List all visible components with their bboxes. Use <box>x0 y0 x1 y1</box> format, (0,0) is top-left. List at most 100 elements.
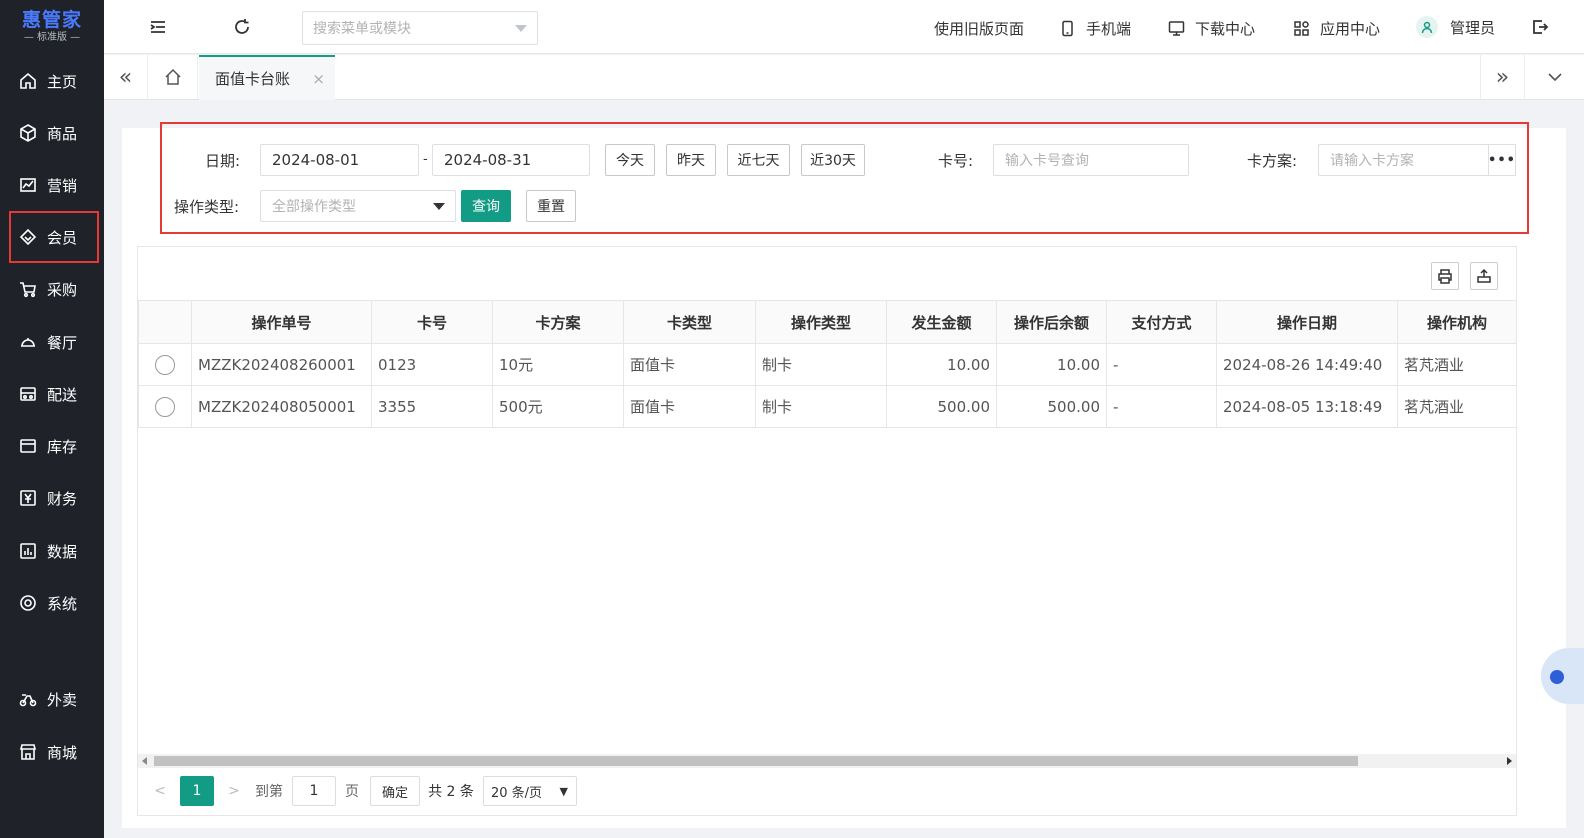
sidebar-item-restaurant[interactable]: 餐厅 <box>0 316 104 368</box>
export-button[interactable] <box>1470 262 1498 290</box>
apps-grid-icon <box>1294 21 1309 36</box>
org-cell: 茗芃酒业 <box>1397 343 1517 386</box>
diamond-icon <box>19 228 37 246</box>
column-header-op-date[interactable]: 操作日期 <box>1216 300 1398 344</box>
query-button[interactable]: 查询 <box>461 190 511 222</box>
table-header-row: 操作单号 卡号 卡方案 卡类型 操作类型 发生金额 操作后余额 支付方式 操作日… <box>138 300 1517 344</box>
sidebar-item-label: 营销 <box>47 176 78 195</box>
scroll-right-arrow-icon[interactable] <box>1507 757 1512 765</box>
page-size-select[interactable]: 20 条/页 ▼ <box>483 776 577 806</box>
sidebar-item-label: 系统 <box>47 594 78 613</box>
sidebar-item-goods[interactable]: 商品 <box>0 107 104 159</box>
more-options-button[interactable]: ••• <box>1488 144 1516 176</box>
card-no-placeholder: 输入卡号查询 <box>1005 153 1089 169</box>
card-no-label: 卡号: <box>938 152 974 170</box>
gear-icon <box>19 594 37 612</box>
page-size-value: 20 条/页 <box>491 785 543 801</box>
today-button[interactable]: 今天 <box>605 144 655 176</box>
menu-collapse-icon[interactable] <box>148 17 168 37</box>
column-header-card-plan[interactable]: 卡方案 <box>492 300 624 344</box>
sidebar-item-label: 数据 <box>47 542 78 561</box>
last-7-days-button[interactable]: 近七天 <box>727 144 790 176</box>
card-plan-placeholder: 请输入卡方案 <box>1330 153 1414 169</box>
row-radio[interactable] <box>155 354 175 375</box>
table-row[interactable]: MZZK202408050001 3355 500元 面值卡 制卡 500.00… <box>138 385 1517 428</box>
mobile-label: 手机端 <box>1086 20 1132 38</box>
pagination: < 1 > 到第 1 页 确定 共 2 条 20 条/页 ▼ <box>150 776 590 806</box>
scroll-left-arrow-icon[interactable] <box>142 757 147 765</box>
prev-page-button[interactable]: < <box>150 776 170 806</box>
tabs-menu-chevron-icon[interactable] <box>1524 55 1584 99</box>
chevron-down-icon <box>515 25 527 32</box>
menu-search-input[interactable]: 搜索菜单或模块 <box>302 11 538 45</box>
column-header-op-type[interactable]: 操作类型 <box>755 300 887 344</box>
user-menu[interactable]: 管理员 <box>1416 16 1495 38</box>
column-header-balance[interactable]: 操作后余额 <box>996 300 1107 344</box>
goto-page-input[interactable]: 1 <box>292 776 336 806</box>
sidebar-item-finance[interactable]: 财务 <box>0 472 104 524</box>
reset-button[interactable]: 重置 <box>526 190 576 222</box>
sidebar-item-data[interactable]: 数据 <box>0 525 104 577</box>
op-type-select[interactable]: 全部操作类型 <box>260 190 456 222</box>
sidebar-item-label: 主页 <box>47 72 78 91</box>
sidebar-item-takeaway[interactable]: 外卖 <box>0 673 104 725</box>
next-page-button[interactable]: > <box>224 776 244 806</box>
card-no-input[interactable]: 输入卡号查询 <box>993 144 1189 176</box>
sidebar-item-mall[interactable]: 商城 <box>0 726 104 778</box>
tab-value-card-ledger[interactable]: 面值卡台账 × <box>199 55 335 100</box>
card-plan-cell: 10元 <box>492 343 624 386</box>
card-plan-input[interactable]: 请输入卡方案 <box>1318 144 1489 176</box>
print-button[interactable] <box>1431 262 1459 290</box>
card-no-cell: 0123 <box>371 343 493 386</box>
sidebar-item-stock[interactable]: 库存 <box>0 420 104 472</box>
chevron-down-icon: ▼ <box>559 784 568 798</box>
column-header-amount[interactable]: 发生金额 <box>886 300 997 344</box>
sidebar-item-marketing[interactable]: 营销 <box>0 159 104 211</box>
column-header-order-no[interactable]: 操作单号 <box>191 300 372 344</box>
close-icon[interactable]: × <box>312 70 325 88</box>
goto-confirm-button[interactable]: 确定 <box>370 776 420 806</box>
column-header-org[interactable]: 操作机构 <box>1397 300 1517 344</box>
yesterday-button[interactable]: 昨天 <box>666 144 716 176</box>
horizontal-scrollbar[interactable] <box>138 754 1516 768</box>
sidebar-item-purchase[interactable]: 采购 <box>0 263 104 315</box>
tabs-scroll-left-icon[interactable]: « <box>104 55 148 99</box>
user-name: 管理员 <box>1450 18 1496 37</box>
logo[interactable]: 惠管家 — 标准版 — <box>0 0 104 54</box>
table-row[interactable]: MZZK202408260001 0123 10元 面值卡 制卡 10.00 1… <box>138 343 1517 386</box>
download-label: 下载中心 <box>1195 20 1256 38</box>
sidebar-item-member[interactable]: 会员 <box>9 211 99 263</box>
page-unit-label: 页 <box>345 784 359 800</box>
row-select-cell[interactable] <box>138 343 192 386</box>
column-header-card-type[interactable]: 卡类型 <box>623 300 756 344</box>
sidebar-item-system[interactable]: 系统 <box>0 577 104 629</box>
card-type-cell: 面值卡 <box>623 343 756 386</box>
row-radio[interactable] <box>155 396 175 417</box>
top-header: 搜索菜单或模块 使用旧版页面 手机端 下载中心 应用中心 管理员 <box>104 0 1584 54</box>
download-center-link[interactable]: 下载中心 <box>1168 18 1255 39</box>
box-icon <box>19 437 37 455</box>
card-plan-cell: 500元 <box>492 385 624 428</box>
op-type-cell: 制卡 <box>755 343 887 386</box>
balance-cell: 10.00 <box>996 343 1107 386</box>
mobile-link[interactable]: 手机端 <box>1059 18 1131 39</box>
date-start-input[interactable]: 2024-08-01 <box>260 144 419 176</box>
scrollbar-thumb[interactable] <box>154 756 1358 766</box>
payment-cell: - <box>1106 343 1217 386</box>
page-1-button[interactable]: 1 <box>180 776 214 806</box>
date-end-input[interactable]: 2024-08-31 <box>432 144 590 176</box>
sidebar-item-label: 外卖 <box>47 690 78 709</box>
row-select-cell[interactable] <box>138 385 192 428</box>
refresh-icon[interactable] <box>232 17 252 37</box>
old-version-link[interactable]: 使用旧版页面 <box>934 18 1024 39</box>
sidebar-item-home[interactable]: 主页 <box>0 55 104 107</box>
column-header-payment[interactable]: 支付方式 <box>1106 300 1217 344</box>
app-center-link[interactable]: 应用中心 <box>1293 18 1380 39</box>
cart-icon <box>19 280 37 298</box>
tabs-scroll-right-icon[interactable]: » <box>1480 55 1524 99</box>
home-tab[interactable] <box>148 55 198 99</box>
last-30-days-button[interactable]: 近30天 <box>801 144 865 176</box>
logout-icon[interactable] <box>1530 17 1550 37</box>
sidebar-item-delivery[interactable]: 配送 <box>0 368 104 420</box>
column-header-card-no[interactable]: 卡号 <box>371 300 493 344</box>
